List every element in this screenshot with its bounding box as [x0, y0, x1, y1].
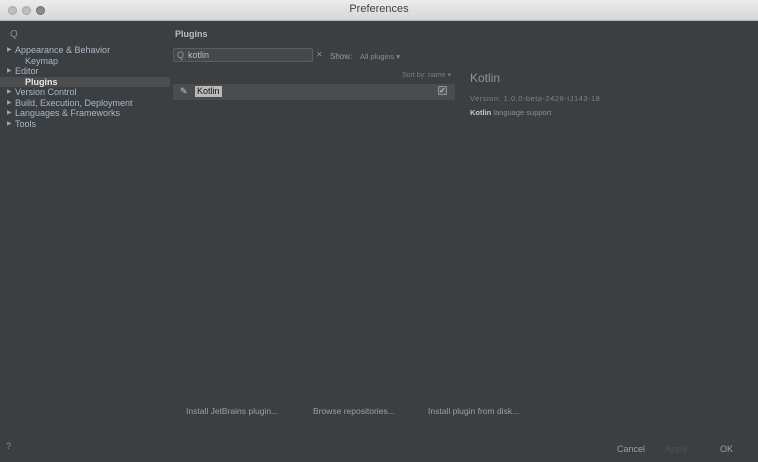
detail-desc-bold: Kotlin	[470, 108, 492, 117]
sidebar-item-label: Plugins	[25, 76, 58, 87]
sidebar-item-keymap[interactable]: Keymap	[0, 56, 170, 67]
cancel-button[interactable]: Cancel	[617, 444, 645, 454]
install-jetbrains-plugin-button[interactable]: Install JetBrains plugin...	[186, 406, 278, 416]
sidebar-item-label: Languages & Frameworks	[15, 108, 121, 118]
show-label: Show:	[330, 52, 353, 61]
detail-description: Kotlin language support	[470, 108, 551, 117]
detail-version: Version: 1.0.0-beta-2428-IJ143-18	[470, 94, 601, 103]
detail-desc-text: language support	[491, 108, 552, 117]
detail-plugin-name: Kotlin	[470, 71, 501, 85]
expand-arrow-icon[interactable]: ▶	[7, 45, 12, 56]
sidebar-item-plugins[interactable]: Plugins	[0, 76, 170, 87]
plugin-name: Kotlin	[195, 86, 222, 97]
help-button[interactable]: ?	[6, 441, 11, 451]
ok-button[interactable]: OK	[720, 444, 733, 454]
sidebar-item-label: Build, Execution, Deployment	[15, 97, 133, 108]
preferences-window: Preferences Q ▶ Appearance & Behavior Ke…	[0, 0, 758, 462]
expand-arrow-icon[interactable]: ▶	[7, 98, 12, 109]
window-title: Preferences	[349, 3, 409, 15]
sidebar-item-editor[interactable]: ▶ Editor	[0, 66, 170, 77]
sidebar-item-label: Keymap	[25, 55, 59, 66]
sidebar-item-label: Editor	[15, 66, 39, 76]
sidebar-item-label: Version Control	[15, 87, 77, 97]
show-filter-dropdown[interactable]: All plugins ▾	[360, 52, 400, 61]
plugin-icon: ✎	[180, 86, 188, 96]
sidebar-item-languages-frameworks[interactable]: ▶ Languages & Frameworks	[0, 108, 170, 119]
browse-repositories-button[interactable]: Browse repositories...	[313, 406, 395, 416]
sidebar-item-label: Appearance & Behavior	[15, 45, 111, 55]
settings-sidebar: Q ▶ Appearance & Behavior Keymap ▶ Edito…	[0, 21, 170, 462]
search-value: kotlin	[188, 50, 210, 60]
search-icon: Q	[177, 50, 185, 60]
install-plugin-from-disk-button[interactable]: Install plugin from disk...	[428, 406, 519, 416]
apply-button[interactable]: Apply	[665, 444, 688, 454]
clear-search-icon[interactable]: ✕	[316, 50, 323, 59]
plugins-panel: Plugins Q kotlin ✕ Show: All plugins ▾ S…	[170, 21, 758, 462]
sidebar-item-appearance-behavior[interactable]: ▶ Appearance & Behavior	[0, 45, 170, 56]
expand-arrow-icon[interactable]: ▶	[7, 108, 12, 119]
sidebar-item-build-execution-deployment[interactable]: ▶ Build, Execution, Deployment	[0, 98, 170, 109]
search-icon[interactable]: Q	[10, 29, 18, 40]
expand-arrow-icon[interactable]: ▶	[7, 119, 12, 130]
sidebar-item-tools[interactable]: ▶ Tools	[0, 119, 170, 130]
sort-dropdown[interactable]: Sort by: name ▾	[402, 71, 451, 79]
sidebar-item-version-control[interactable]: ▶ Version Control	[0, 87, 170, 98]
page-title: Plugins	[175, 29, 208, 39]
settings-tree: ▶ Appearance & Behavior Keymap ▶ Editor …	[0, 45, 170, 129]
expand-arrow-icon[interactable]: ▶	[7, 66, 12, 77]
plugin-list: Sort by: name ▾ ✎ Kotlin ✓	[173, 70, 455, 370]
plugin-row-kotlin[interactable]: ✎ Kotlin ✓	[173, 84, 455, 100]
title-bar: Preferences	[0, 0, 758, 21]
plugin-search-input[interactable]: Q kotlin	[173, 48, 313, 62]
sidebar-item-label: Tools	[15, 118, 37, 129]
plugin-enabled-checkbox[interactable]: ✓	[438, 86, 447, 95]
expand-arrow-icon[interactable]: ▶	[7, 87, 12, 98]
